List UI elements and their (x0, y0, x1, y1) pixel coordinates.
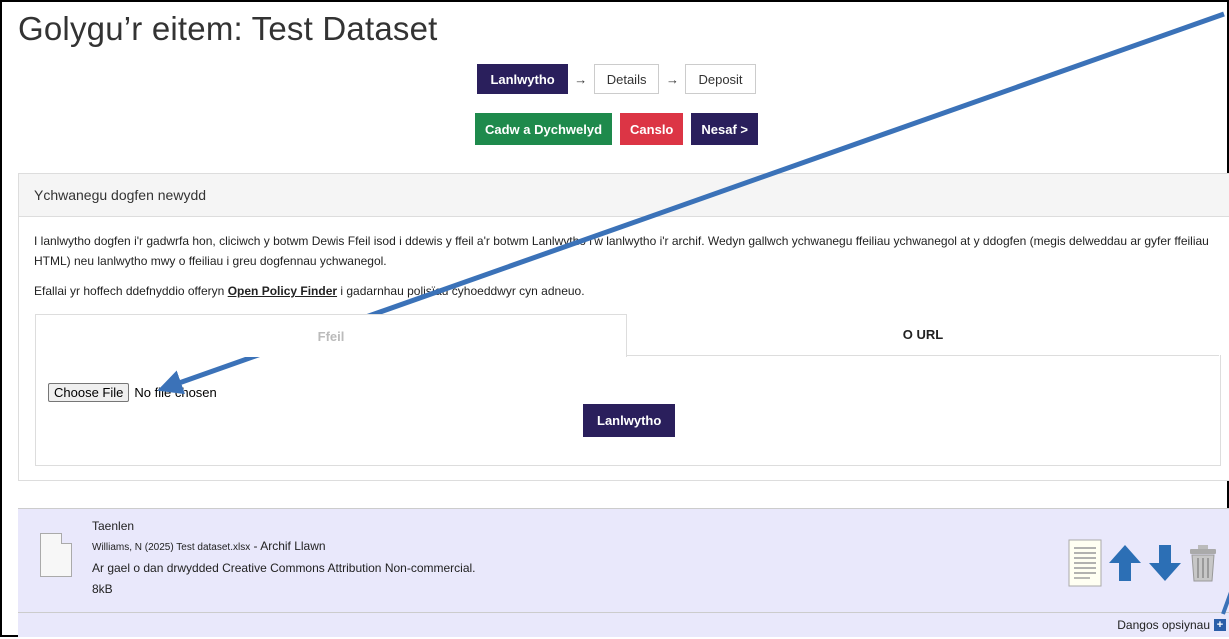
details-icon[interactable] (1068, 539, 1102, 587)
tab-file[interactable]: Ffeil (35, 314, 627, 357)
upload-instructions: I lanlwytho dogfen i'r gadwrfa hon, clic… (34, 234, 1209, 268)
page-title: Golygu’r eitem: Test Dataset (18, 10, 438, 47)
move-down-icon[interactable] (1148, 544, 1182, 582)
policy-text-after: i gadarnhau polisïau cyhoeddwyr cyn adne… (337, 284, 585, 298)
arrow-right-icon: → (574, 71, 588, 87)
document-row: Taenlen Williams, N (2025) Test dataset.… (18, 508, 1229, 637)
next-button[interactable]: Nesaf > (691, 113, 758, 145)
file-input: Choose File No file chosen (48, 383, 217, 402)
tab-file-content: Choose File No file chosen Lanlwytho (35, 355, 1221, 466)
workflow-step-upload[interactable]: Lanlwytho (477, 64, 568, 94)
upload-panel: Ychwanegu dogfen newydd I lanlwytho dogf… (18, 173, 1229, 481)
panel-heading: Ychwanegu dogfen newydd (19, 174, 1229, 217)
document-size: 8kB (92, 582, 113, 596)
show-options-label: Dangos opsiynau (1117, 618, 1210, 632)
choose-file-button[interactable]: Choose File (48, 383, 130, 402)
document-citation-line: Williams, N (2025) Test dataset.xlsx - A… (92, 539, 326, 553)
arrow-right-icon: → (665, 71, 679, 87)
document-license: Ar gael o dan drwydded Creative Commons … (92, 561, 476, 575)
upload-tabs: Ffeil O URL Choose File No file chosen L… (35, 314, 1221, 467)
plus-icon: + (1214, 619, 1226, 631)
document-type: Taenlen (92, 519, 135, 533)
workflow-steps: Lanlwytho → Details → Deposit (2, 64, 1229, 94)
policy-note: Efallai yr hoffech ddefnyddio offeryn Op… (34, 281, 1214, 301)
policy-text-before: Efallai yr hoffech ddefnyddio offeryn (34, 284, 228, 298)
workflow-step-deposit[interactable]: Deposit (685, 64, 756, 94)
cancel-button[interactable]: Canslo (620, 113, 684, 145)
delete-icon[interactable] (1188, 544, 1218, 582)
document-citation[interactable]: Williams, N (2025) Test dataset.xlsx (92, 542, 250, 553)
open-policy-finder-link[interactable]: Open Policy Finder (228, 284, 337, 298)
document-access: - Archif Llawn (250, 539, 326, 553)
tab-url[interactable]: O URL (627, 314, 1219, 356)
upload-button[interactable]: Lanlwytho (583, 404, 676, 437)
file-status: No file chosen (134, 385, 217, 400)
save-return-button[interactable]: Cadw a Dychwelyd (474, 113, 613, 145)
document-tools (1068, 539, 1218, 587)
action-buttons: Cadw a Dychwelyd Canslo Nesaf > (2, 113, 1229, 145)
workflow-step-details[interactable]: Details (593, 64, 660, 94)
show-options-link[interactable]: Dangos opsiynau + (18, 612, 1229, 637)
document-file-icon (40, 533, 72, 577)
move-up-icon[interactable] (1108, 544, 1142, 582)
